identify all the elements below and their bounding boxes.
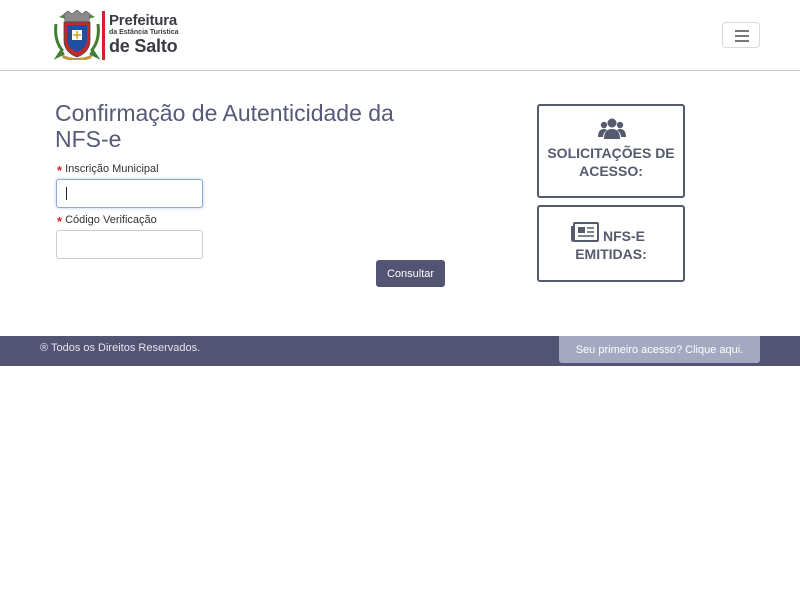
logo-line-2: da Estância Turística bbox=[109, 29, 179, 36]
required-asterisk: * bbox=[57, 214, 63, 229]
prefeitura-logo[interactable]: Prefeitura da Estância Turística de Salt… bbox=[54, 10, 194, 60]
nfse-tile-label-line-2: EMITIDAS: bbox=[575, 246, 647, 262]
inscricao-label: * Inscrição Municipal bbox=[57, 160, 159, 178]
logo-line-3: de Salto bbox=[109, 36, 178, 56]
logo-divider bbox=[102, 11, 105, 60]
logo-text: Prefeitura da Estância Turística de Salt… bbox=[109, 13, 179, 55]
footer: ® Todos os Direitos Reservados. Seu prim… bbox=[0, 336, 800, 366]
required-asterisk: * bbox=[57, 163, 63, 178]
hamburger-menu-icon bbox=[735, 35, 749, 37]
nfse-tile-label-line-1: NFS-E bbox=[603, 228, 645, 244]
solicitacoes-acesso-tile[interactable]: SOLICITAÇÕES DE ACESSO: bbox=[537, 104, 685, 198]
users-icon bbox=[598, 118, 626, 139]
codigo-label: * Código Verificação bbox=[57, 211, 157, 229]
nfse-emitidas-tile[interactable]: NFS-E EMITIDAS: bbox=[537, 205, 685, 282]
text-cursor bbox=[66, 187, 67, 200]
logo-line-1: Prefeitura bbox=[109, 12, 178, 29]
hamburger-menu-icon bbox=[735, 30, 749, 32]
consultar-button[interactable]: Consultar bbox=[376, 260, 445, 287]
codigo-verificacao-input[interactable] bbox=[56, 230, 203, 259]
solicitacoes-tile-label: SOLICITAÇÕES DE ACESSO: bbox=[547, 145, 675, 179]
inscricao-label-text: Inscrição Municipal bbox=[65, 163, 159, 175]
hamburger-menu-icon bbox=[735, 40, 749, 42]
menu-toggle-button[interactable] bbox=[722, 22, 760, 48]
codigo-label-text: Código Verificação bbox=[65, 214, 157, 226]
inscricao-municipal-input[interactable] bbox=[56, 179, 203, 208]
navbar: Prefeitura da Estância Turística de Salt… bbox=[0, 0, 800, 71]
page-title: Confirmação de Autenticidade da NFS-e bbox=[55, 100, 394, 152]
copyright-text: ® Todos os Direitos Reservados. bbox=[40, 342, 201, 354]
first-access-button[interactable]: Seu primeiro acesso? Clique aqui. bbox=[559, 336, 760, 363]
city-crest-icon bbox=[54, 10, 100, 60]
main-content: Confirmação de Autenticidade da NFS-e * I… bbox=[0, 71, 800, 336]
newspaper-icon bbox=[571, 222, 599, 242]
